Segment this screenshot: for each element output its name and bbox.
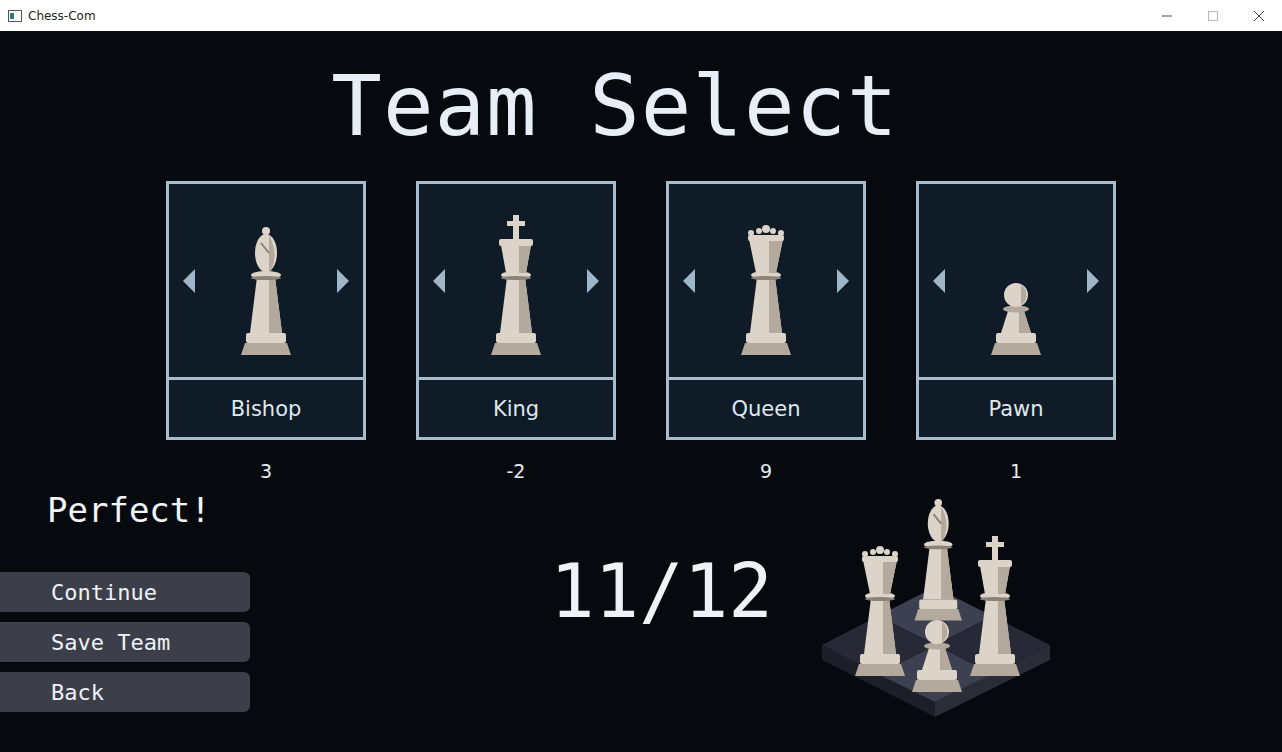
button-list: Continue Save Team Back [0,572,250,712]
piece-name: Queen [669,377,863,437]
minimize-icon [1162,11,1172,21]
card-row: Bishop King Queen Pawn [0,181,1282,440]
status-text: Perfect! [0,490,250,534]
piece-image-area [919,184,1113,377]
app-icon [8,10,22,22]
piece-card: Pawn [916,181,1116,440]
bishop-icon [231,205,301,355]
menu-button[interactable]: Continue [0,572,250,612]
piece-card: Queen [666,181,866,440]
maximize-button[interactable] [1190,0,1236,31]
screen-title: Team Select [0,31,1282,181]
right-arrow-icon[interactable] [587,269,599,293]
title-bar: Chess-Com [0,0,1282,31]
menu-button[interactable]: Save Team [0,622,250,662]
right-arrow-icon[interactable] [837,269,849,293]
piece-image-area [419,184,613,377]
window-title: Chess-Com [28,9,1144,23]
bottom-area: Perfect! Continue Save Team Back 11/12 [0,490,1282,720]
game-window: Chess-Com Team Select Bishop King Queen Pawn 3… [0,0,1282,752]
menu-button[interactable]: Back [0,672,250,712]
team-select-screen: Team Select Bishop King Queen Pawn 3 -2 9 1 Perfe… [0,31,1282,752]
left-arrow-icon[interactable] [683,269,695,293]
piece-card: Bishop [166,181,366,440]
piece-value: 1 [916,460,1116,482]
piece-value: -2 [416,460,616,482]
queen-icon [731,205,801,355]
piece-value: 9 [666,460,866,482]
maximize-icon [1208,11,1218,21]
minimize-button[interactable] [1144,0,1190,31]
value-row: 3 -2 9 1 [0,460,1282,482]
pawn-icon [981,205,1051,355]
right-arrow-icon[interactable] [337,269,349,293]
left-arrow-icon[interactable] [933,269,945,293]
team-score: 11/12 [550,548,780,720]
piece-card: King [416,181,616,440]
close-button[interactable] [1236,0,1282,31]
piece-name: King [419,377,613,437]
piece-image-area [669,184,863,377]
piece-name: Bishop [169,377,363,437]
piece-image-area [169,184,363,377]
piece-name: Pawn [919,377,1113,437]
left-arrow-icon[interactable] [433,269,445,293]
right-arrow-icon[interactable] [1087,269,1099,293]
team-preview-icon [820,490,1060,720]
piece-value: 3 [166,460,366,482]
king-icon [481,205,551,355]
menu-column: Perfect! Continue Save Team Back [0,490,250,720]
close-icon [1254,11,1264,21]
left-arrow-icon[interactable] [183,269,195,293]
